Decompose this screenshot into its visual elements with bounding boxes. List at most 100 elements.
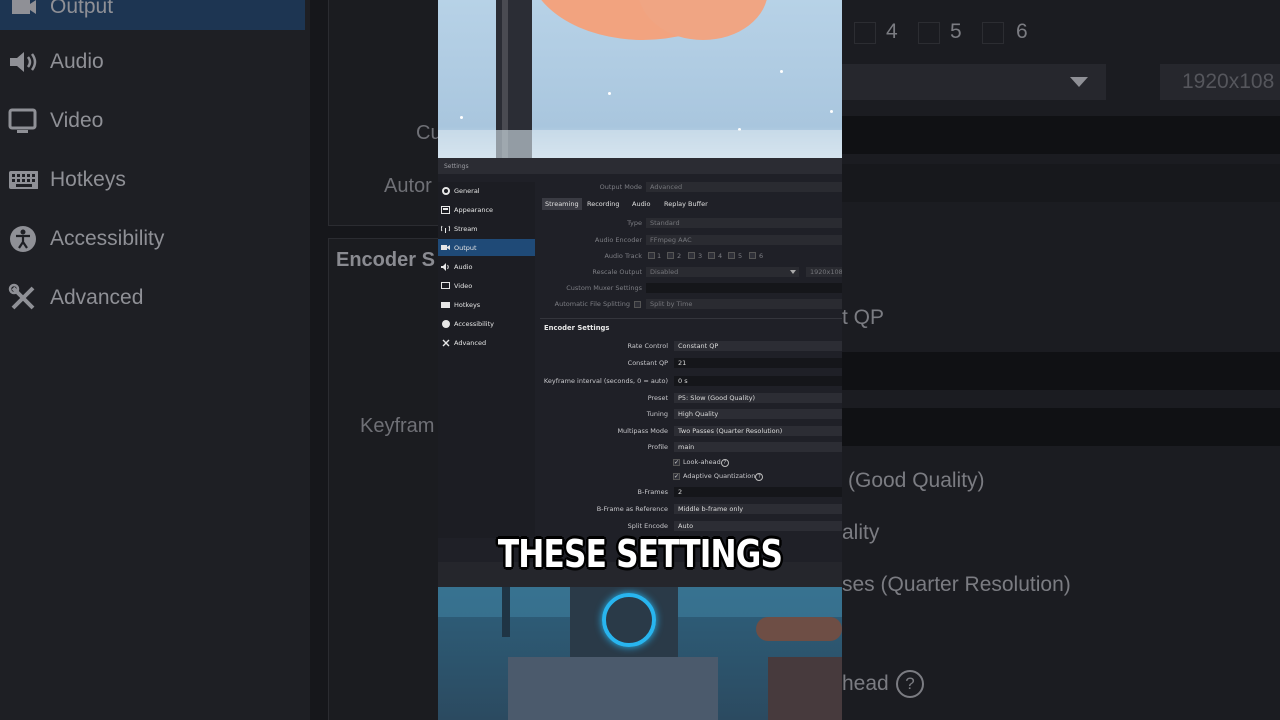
multipass-select[interactable]: Two Passes (Quarter Resolution) xyxy=(674,426,842,436)
bframe-reference-select[interactable]: Middle b-frame only xyxy=(674,504,842,514)
track-number: 1 xyxy=(657,252,662,260)
custom-muxer-label: Custom Muxer Settings xyxy=(566,284,642,292)
track-number: 2 xyxy=(677,252,682,260)
background-sidebar-label: Audio xyxy=(50,50,104,73)
constant-qp-label: Constant QP xyxy=(627,359,668,367)
audio-encoder-select[interactable]: FFmpeg AAC xyxy=(646,235,842,245)
track-checkbox[interactable] xyxy=(728,252,735,259)
background-tuning-value: ality xyxy=(842,521,880,544)
accessibility-icon xyxy=(441,319,450,328)
rescale-output-value: Disabled xyxy=(650,268,679,276)
snow-ground-shape xyxy=(438,130,842,158)
background-track-number: 6 xyxy=(1016,20,1028,43)
sidebar-item-video[interactable]: Video xyxy=(438,277,535,294)
auto-split-label: Automatic File Splitting xyxy=(554,300,630,308)
split-encode-select[interactable]: Auto xyxy=(674,521,842,531)
adaptive-quantization-label-group: Adaptive Quantization? xyxy=(683,472,764,481)
background-sidebar-label: Video xyxy=(50,109,104,132)
output-mode-select[interactable]: Advanced xyxy=(646,182,842,192)
background-lookahead-value: head xyxy=(842,672,889,695)
sidebar-item-accessibility[interactable]: Accessibility xyxy=(438,315,535,332)
custom-muxer-input[interactable] xyxy=(646,283,842,293)
tab-audio[interactable]: Audio xyxy=(629,198,653,210)
bframe-reference-label: B-Frame as Reference xyxy=(596,505,668,513)
track-checkbox[interactable] xyxy=(708,252,715,259)
adaptive-quantization-checkbox[interactable]: ✓ xyxy=(673,473,680,480)
tab-replay-buffer[interactable]: Replay Buffer xyxy=(661,198,711,210)
help-icon[interactable]: ? xyxy=(720,459,729,467)
accessibility-icon xyxy=(8,224,38,254)
lookahead-label-group: Look-ahead? xyxy=(683,458,729,467)
center-video-frame: Settings General Appearance Stream Outpu… xyxy=(438,0,842,720)
tab-recording[interactable]: Recording xyxy=(584,198,623,210)
background-row xyxy=(842,116,1280,154)
sidebar-item-audio[interactable]: Audio xyxy=(438,258,535,275)
lookahead-checkbox[interactable]: ✓ xyxy=(673,459,680,466)
background-multipass-value: ses (Quarter Resolution) xyxy=(842,573,1071,596)
wrench-icon xyxy=(8,283,38,313)
multipass-label: Multipass Mode xyxy=(617,427,668,435)
sidebar-item-stream[interactable]: Stream xyxy=(438,220,535,237)
background-sidebar-item-accessibility: Accessibility xyxy=(8,214,164,264)
sidebar-item-advanced[interactable]: Advanced xyxy=(438,334,535,351)
wrench-icon xyxy=(441,338,450,347)
video-caption: THESE SETTINGS xyxy=(497,532,783,576)
background-sidebar-label: Hotkeys xyxy=(50,168,126,191)
rate-control-select[interactable]: Constant QP xyxy=(674,341,842,351)
background-sidebar-label: Advanced xyxy=(50,286,144,309)
auto-split-checkbox[interactable] xyxy=(634,301,641,308)
rescale-output-select[interactable]: Disabled xyxy=(646,267,799,277)
track-checkbox[interactable] xyxy=(667,252,674,259)
snowflake-shape xyxy=(830,110,833,113)
auto-split-select[interactable]: Split by Time xyxy=(646,299,842,309)
tab-streaming[interactable]: Streaming xyxy=(542,198,582,210)
track-checkbox[interactable] xyxy=(749,252,756,259)
background-checkbox xyxy=(854,22,876,44)
keyboard-icon xyxy=(8,165,38,195)
track-checkbox[interactable] xyxy=(648,252,655,259)
output-icon xyxy=(441,243,450,252)
constant-qp-input[interactable]: 21 xyxy=(674,358,842,368)
sidebar-item-general[interactable]: General xyxy=(438,182,535,199)
sidebar-item-hotkeys[interactable]: Hotkeys xyxy=(438,296,535,313)
background-sidebar-label: Accessibility xyxy=(50,227,165,250)
bframes-input[interactable]: 2 xyxy=(674,487,842,497)
background-rate-value: t QP xyxy=(842,306,885,329)
background-row xyxy=(842,164,1280,202)
audio-icon xyxy=(8,47,38,77)
speaker-icon xyxy=(441,262,450,271)
settings-window: Settings General Appearance Stream Outpu… xyxy=(438,158,842,588)
stool-top-shape xyxy=(756,617,842,641)
profile-select[interactable]: main xyxy=(674,442,842,452)
track-checkbox[interactable] xyxy=(688,252,695,259)
sidebar-item-label: Stream xyxy=(454,224,478,233)
keyframe-interval-input[interactable]: 0 s xyxy=(674,376,842,386)
sidebar-item-label: Appearance xyxy=(454,205,494,214)
background-row xyxy=(842,408,1280,446)
illustration-top xyxy=(438,0,842,158)
sidebar-item-appearance[interactable]: Appearance xyxy=(438,201,535,218)
gear-icon xyxy=(441,186,450,195)
window-title: Settings xyxy=(444,162,469,170)
background-encoder-panel xyxy=(328,238,438,720)
sidebar-item-output[interactable]: Output xyxy=(438,239,535,256)
encoder-settings-title: Encoder Settings xyxy=(544,324,610,332)
speaker-ring-shape xyxy=(602,593,656,647)
background-checkbox xyxy=(982,22,1004,44)
help-icon[interactable]: ? xyxy=(755,473,764,481)
track-number: 4 xyxy=(718,252,723,260)
background-sidebar-label: Output xyxy=(50,0,114,18)
background-sidebar-item-advanced: Advanced xyxy=(8,273,143,323)
tuning-label: Tuning xyxy=(646,410,668,418)
tuning-select[interactable]: High Quality xyxy=(674,409,842,419)
illustration-bottom xyxy=(438,587,842,720)
preset-select[interactable]: P5: Slow (Good Quality) xyxy=(674,393,842,403)
type-select[interactable]: Standard xyxy=(646,218,842,228)
rescale-resolution-field[interactable]: 1920x108 xyxy=(806,267,842,277)
rate-control-label: Rate Control xyxy=(627,342,668,350)
background-track-number: 4 xyxy=(886,20,898,43)
chevron-down-icon xyxy=(1070,77,1088,87)
palette-icon xyxy=(441,205,450,214)
track-number: 5 xyxy=(738,252,743,260)
snowflake-shape xyxy=(780,70,783,73)
